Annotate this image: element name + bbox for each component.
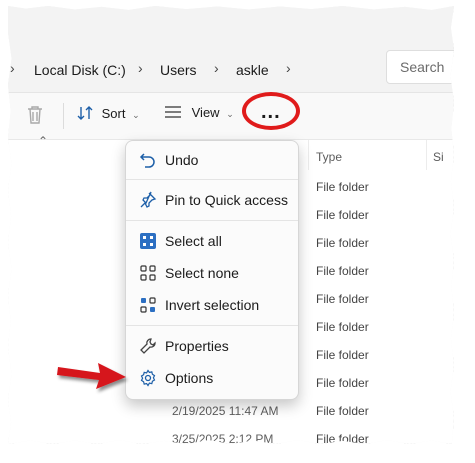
trash-icon[interactable] [26, 105, 44, 130]
sort-label: Sort [101, 106, 126, 121]
column-header-type[interactable]: Type [316, 150, 342, 164]
menu-separator [126, 325, 298, 326]
row-type: File folder [316, 264, 369, 278]
undo-icon [139, 151, 157, 169]
address-bar: › Local Disk (C:) › Users › askle › Sear… [8, 40, 454, 92]
gear-icon [139, 369, 157, 387]
select-none-icon [139, 264, 157, 282]
wrench-icon [139, 337, 157, 355]
menu-item-label: Select all [165, 233, 222, 249]
sort-icon [77, 106, 93, 120]
highlight-circle [242, 92, 300, 130]
chevron-down-icon: ⌄ [132, 110, 140, 120]
breadcrumb-users[interactable]: Users [160, 62, 197, 78]
menu-item-pin-quick-access[interactable]: Pin to Quick access [130, 185, 294, 215]
column-header-size[interactable]: Si [433, 150, 444, 164]
search-placeholder: Search [400, 59, 445, 75]
sort-button[interactable]: Sort ⌄ [76, 105, 140, 121]
menu-item-label: Properties [165, 338, 229, 354]
menu-item-label: Undo [165, 152, 199, 168]
more-options-menu: Undo Pin to Quick access Select all Sele… [125, 140, 299, 400]
invert-selection-icon [139, 296, 157, 314]
search-input[interactable]: Search [386, 50, 454, 84]
view-button[interactable]: View ⌄ [164, 105, 234, 120]
row-type: File folder [316, 180, 369, 194]
row-date: 2/19/2025 11:47 AM [172, 404, 279, 418]
menu-item-undo[interactable]: Undo [130, 145, 294, 175]
pin-icon [139, 191, 157, 209]
breadcrumb-askle[interactable]: askle [236, 62, 269, 78]
menu-item-label: Options [165, 370, 214, 386]
row-type: File folder [316, 404, 369, 418]
menu-item-invert-selection[interactable]: Invert selection [130, 290, 294, 320]
menu-item-select-none[interactable]: Select none [130, 258, 294, 288]
row-type: File folder [316, 432, 369, 446]
menu-item-label: Select none [165, 265, 239, 281]
column-divider [426, 140, 427, 170]
column-divider [308, 140, 309, 170]
row-type: File folder [316, 236, 369, 250]
toolbar-divider [63, 103, 64, 129]
row-type: File folder [316, 208, 369, 222]
row-type: File folder [316, 348, 369, 362]
menu-item-label: Pin to Quick access [165, 192, 288, 208]
menu-separator [126, 220, 298, 221]
menu-item-select-all[interactable]: Select all [130, 226, 294, 256]
chevron-up-icon[interactable]: ⌃ [38, 134, 48, 148]
red-arrow-icon [57, 363, 126, 389]
row-type: File folder [316, 376, 369, 390]
row-type: File folder [316, 320, 369, 334]
row-date: 3/25/2025 2:12 PM [172, 432, 274, 446]
view-label: View [191, 105, 220, 120]
chevron-right-icon[interactable]: › [138, 60, 143, 76]
breadcrumb-local-disk[interactable]: Local Disk (C:) [34, 62, 126, 78]
menu-item-options[interactable]: Options [130, 363, 294, 393]
title-area [8, 6, 454, 40]
chevron-right-icon[interactable]: › [286, 60, 291, 76]
chevron-right-icon[interactable]: › [214, 60, 219, 76]
row-type: File folder [316, 292, 369, 306]
chevron-down-icon: ⌄ [226, 109, 234, 119]
command-bar: Sort ⌄ View ⌄ ... [8, 92, 454, 140]
chevron-right-icon: › [10, 60, 15, 76]
select-all-icon [139, 232, 157, 250]
menu-separator [126, 179, 298, 180]
menu-item-properties[interactable]: Properties [130, 331, 294, 361]
view-icon [165, 106, 181, 118]
menu-item-label: Invert selection [165, 297, 260, 313]
